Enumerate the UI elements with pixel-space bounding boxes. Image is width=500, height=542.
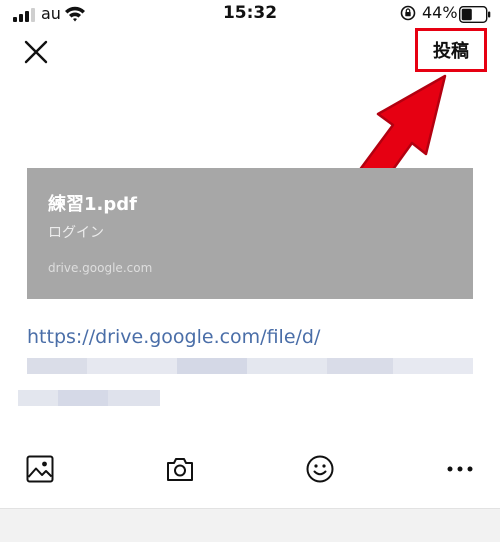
link-preview-card[interactable]: 練習1.pdf ログイン drive.google.com [27,168,473,299]
emoji-icon [306,455,334,483]
rotation-lock-icon [400,5,416,21]
redacted-url-line [27,358,473,374]
keyboard-area [0,508,500,542]
status-bar: au 15:32 44% [0,0,500,30]
more-button[interactable] [445,454,475,484]
image-icon [26,455,54,483]
url-text[interactable]: https://drive.google.com/file/d/ [27,326,320,348]
redacted-url-line [18,390,160,406]
preview-title: 練習1.pdf [48,194,137,215]
close-button[interactable] [20,36,52,68]
battery-icon [459,6,491,23]
emoji-button[interactable] [305,454,335,484]
camera-icon [167,458,193,481]
more-icon [447,466,473,472]
post-button-label: 投稿 [433,41,469,62]
preview-domain: drive.google.com [48,261,153,275]
image-button[interactable] [25,454,55,484]
preview-subtitle: ログイン [48,225,104,241]
close-icon [24,40,48,64]
post-button[interactable]: 投稿 [415,28,487,72]
camera-button[interactable] [165,454,195,484]
battery-percent: 44% [422,3,458,22]
